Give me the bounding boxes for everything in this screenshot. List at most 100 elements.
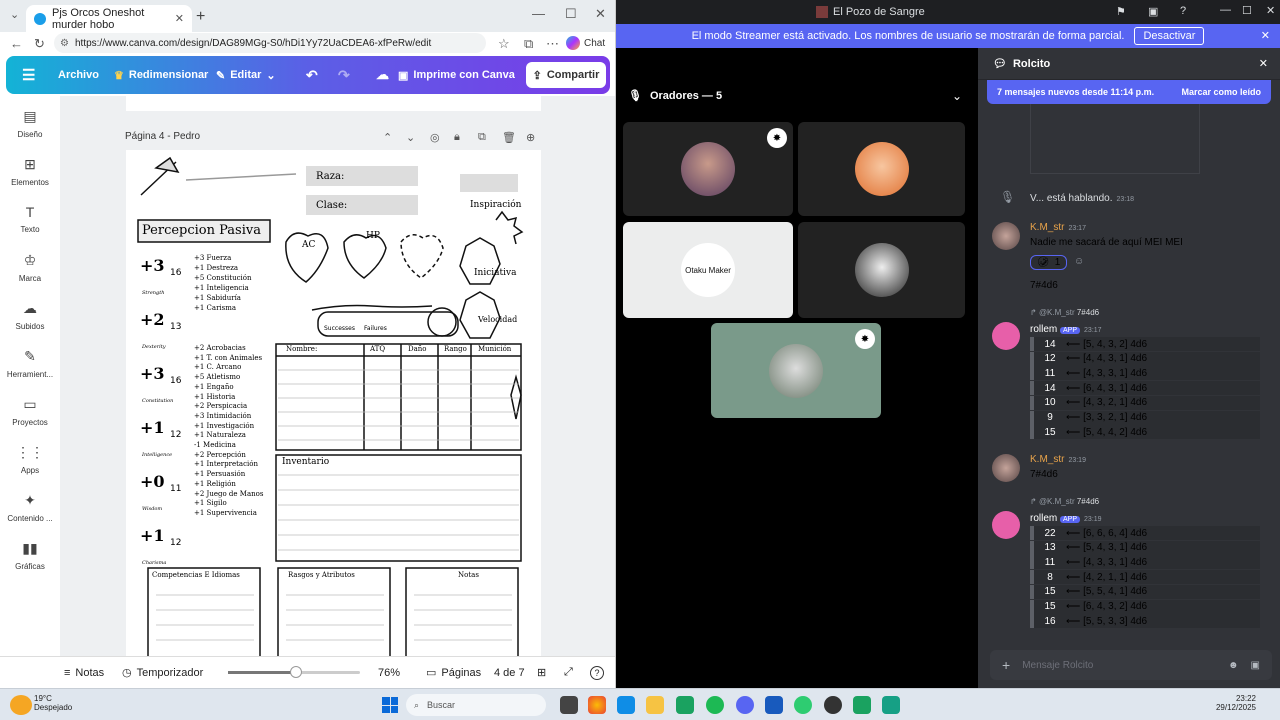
username[interactable]: K.M_str [1030, 222, 1064, 233]
rail-item[interactable]: ▮▮ Gráficas [0, 540, 60, 571]
close-window-icon[interactable]: ✕ [595, 6, 606, 22]
skill-row[interactable]: +1 Historia [194, 393, 235, 401]
windows-start-icon[interactable] [382, 697, 398, 713]
skill-row[interactable]: +1 Engaño [194, 383, 234, 391]
app-icon[interactable] [853, 696, 871, 714]
sticker-icon[interactable]: ▣ [1251, 660, 1260, 671]
chat-close-icon[interactable]: ✕ [1259, 57, 1268, 70]
saving-throw[interactable]: +1 Carisma [194, 304, 236, 312]
tab-list-icon[interactable]: ⌄ [10, 8, 19, 21]
character-sheet[interactable]: Raza: Clase: Inspiración Percepcion Pasi… [126, 150, 541, 658]
skill-row[interactable]: +2 Acrobacias [194, 344, 246, 352]
skill-row[interactable]: +1 Supervivencia [194, 509, 257, 517]
speaker-tile-5[interactable]: ✸ [711, 323, 881, 418]
chrome-icon[interactable] [588, 696, 606, 714]
speaker-tile-4[interactable] [798, 222, 965, 318]
speaker-tile-3[interactable]: Otaku Maker [623, 222, 793, 318]
banner-close-icon[interactable]: ✕ [1261, 29, 1270, 42]
chrome-profile-icon[interactable] [794, 696, 812, 714]
reaction-chip[interactable]: 🤣︎ 1 [1030, 255, 1068, 270]
browser-tab[interactable]: Pjs Orcos Oneshot murder hobo ✕ [26, 5, 192, 32]
taskview-icon[interactable] [560, 696, 578, 714]
copilot-chat-button[interactable]: Chat [566, 36, 605, 50]
word-icon[interactable] [765, 696, 783, 714]
collections-icon[interactable]: ⧉ [524, 36, 533, 52]
rail-item[interactable]: ▤ Diseño [0, 108, 60, 139]
weather-icon[interactable] [10, 695, 32, 715]
reply-user[interactable]: @K.M_str [1039, 308, 1075, 317]
github-icon[interactable] [824, 696, 842, 714]
saving-throw[interactable]: +1 Destreza [194, 264, 238, 272]
editar-menu[interactable]: ✎ Editar ⌄ [216, 56, 276, 94]
site-info-icon[interactable]: ⚙ [60, 38, 69, 49]
skill-row[interactable]: +1 Sigilo [194, 499, 227, 507]
maximize-icon[interactable]: ☐ [565, 6, 577, 22]
bot-name[interactable]: rollem [1030, 324, 1057, 335]
discord-icon[interactable] [736, 696, 754, 714]
saving-throw[interactable]: +1 Inteligencia [194, 284, 249, 292]
ability-block[interactable]: +2 13 Dexterity [134, 304, 190, 354]
discord-maximize-icon[interactable]: ☐ [1242, 4, 1252, 17]
undo-icon[interactable]: ↶ [306, 56, 318, 94]
page-up-icon[interactable]: ⌃ [383, 131, 392, 144]
back-icon[interactable]: ← [10, 36, 23, 51]
inbox-icon[interactable]: ▣ [1148, 5, 1158, 18]
add-reaction-icon[interactable]: ☺ [1074, 256, 1084, 267]
discord-close-icon[interactable]: ✕ [1266, 4, 1275, 17]
ability-block[interactable]: +1 12 Charisma [134, 520, 190, 570]
rail-item[interactable]: ▭ Proyectos [0, 396, 60, 427]
ability-block[interactable]: +0 11 Wisdom [134, 466, 190, 516]
saving-throw[interactable]: +5 Constitución [194, 274, 251, 282]
archivo-menu[interactable]: Archivo [58, 56, 99, 94]
skill-row[interactable]: +5 Atletismo [194, 373, 240, 381]
redo-icon[interactable]: ↷ [338, 56, 350, 94]
help-icon[interactable]: ? [590, 665, 604, 680]
lock-page-icon[interactable]: 🔒︎ [454, 131, 460, 144]
skill-row[interactable]: +1 Interpretación [194, 460, 258, 468]
skill-row[interactable]: +1 Persuasión [194, 470, 245, 478]
ability-block[interactable]: +3 16 Strength [134, 250, 190, 300]
compartir-button[interactable]: ⇪ Compartir [526, 62, 606, 88]
new-tab-icon[interactable]: + [196, 8, 205, 26]
rail-item[interactable]: ♔ Marca [0, 252, 60, 283]
skill-row[interactable]: +1 T. con Animales [194, 354, 262, 362]
close-tab-icon[interactable]: ✕ [175, 12, 184, 25]
bot-avatar[interactable] [992, 511, 1020, 539]
skill-row[interactable]: +3 Intimidación [194, 412, 251, 420]
skill-row[interactable]: +2 Percepción [194, 451, 246, 459]
page-down-icon[interactable]: ⌄ [406, 131, 415, 144]
mark-read-button[interactable]: Marcar como leído [1181, 87, 1261, 97]
temporizador-button[interactable]: ◷ Temporizador [122, 666, 203, 680]
paginas-button[interactable]: ▭ Páginas [426, 666, 481, 680]
hamburger-icon[interactable]: ☰ [22, 56, 35, 94]
file-explorer-icon[interactable] [646, 696, 664, 714]
grid-view-icon[interactable]: ⊞ [537, 666, 546, 679]
rail-item[interactable]: T Texto [0, 204, 60, 234]
rail-item[interactable]: ☁ Subidos [0, 300, 60, 331]
desactivar-button[interactable]: Desactivar [1134, 27, 1205, 45]
rail-item[interactable]: ✎ Herramient... [0, 348, 60, 379]
flag-icon[interactable]: ⚑ [1116, 5, 1126, 18]
minimize-icon[interactable]: — [532, 6, 545, 21]
user-avatar[interactable] [992, 222, 1020, 250]
discord-minimize-icon[interactable]: — [1220, 4, 1231, 16]
saving-throw[interactable]: +1 Sabiduría [194, 294, 241, 302]
skill-row[interactable]: +1 Religión [194, 480, 236, 488]
notepad-icon[interactable] [882, 696, 900, 714]
imprime-button[interactable]: ▣ Imprime con Canva [398, 56, 515, 94]
zoom-slider-handle[interactable] [290, 666, 302, 678]
weather-widget[interactable]: 19°C Despejado [34, 694, 72, 712]
gif-icon[interactable]: ☻ [1228, 660, 1239, 671]
bot-avatar[interactable] [992, 322, 1020, 350]
skill-row[interactable]: +1 Investigación [194, 422, 254, 430]
ability-block[interactable]: +1 12 Intelligence [134, 412, 190, 462]
notas-button[interactable]: ≡ Notas [64, 667, 104, 679]
favorites-icon[interactable]: ☆ [498, 36, 510, 52]
taskbar-search[interactable]: ⌕ Buscar [406, 694, 546, 716]
skill-row[interactable]: +2 Perspicacia [194, 402, 247, 410]
more-icon[interactable]: ⋯ [546, 36, 559, 52]
whatsapp-icon[interactable] [676, 696, 694, 714]
rail-item[interactable]: ⊞ Elementos [0, 156, 60, 187]
skill-row[interactable]: +1 C. Arcano [194, 363, 241, 371]
ability-block[interactable]: +3 16 Constitution [134, 358, 190, 408]
